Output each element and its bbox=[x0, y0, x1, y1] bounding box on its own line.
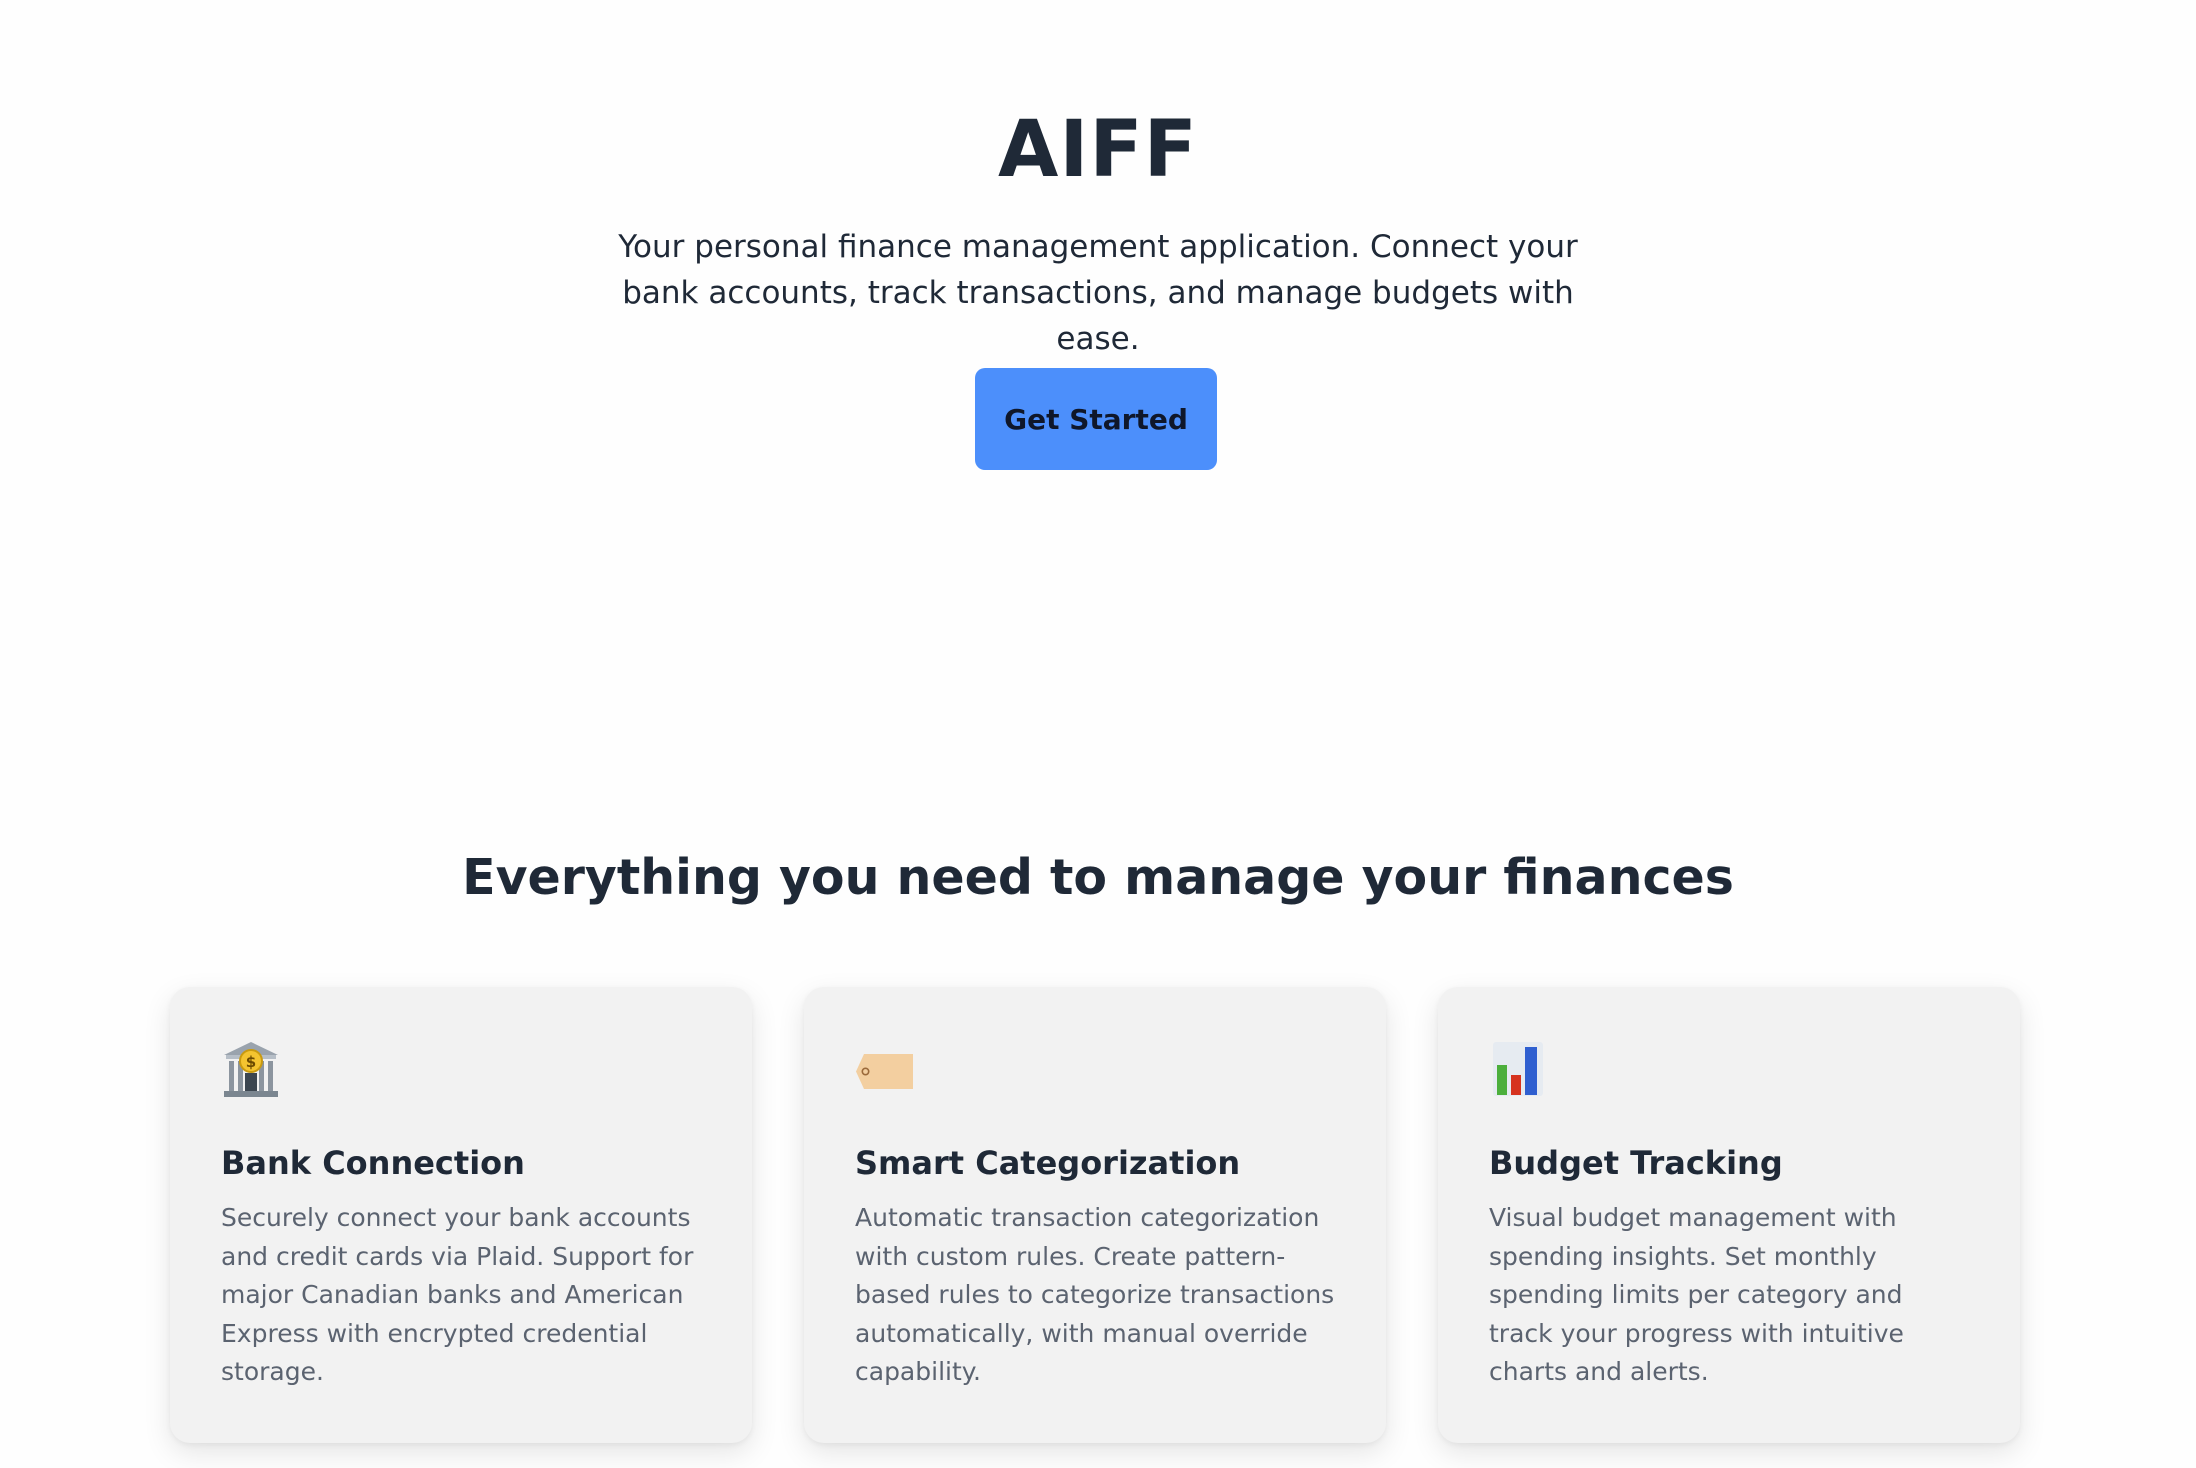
feature-card-budget-tracking: Budget Tracking Visual budget management… bbox=[1438, 987, 2020, 1443]
feature-description: Visual budget management with spending i… bbox=[1489, 1203, 1904, 1386]
feature-title: Budget Tracking bbox=[1489, 1144, 1783, 1182]
app-tagline: Your personal finance management applica… bbox=[618, 229, 1578, 357]
svg-text:$: $ bbox=[246, 1053, 256, 1071]
feature-title: Bank Connection bbox=[221, 1144, 525, 1182]
features-heading: Everything you need to manage your finan… bbox=[462, 849, 1734, 906]
feature-card-bank-connection: $ Bank Connection Securely connect your … bbox=[170, 987, 752, 1443]
feature-title: Smart Categorization bbox=[855, 1144, 1241, 1182]
label-tag-icon bbox=[855, 1039, 915, 1099]
feature-description: Securely connect your bank accounts and … bbox=[221, 1203, 694, 1386]
feature-card-smart-categorization: Smart Categorization Automatic transacti… bbox=[804, 987, 1386, 1443]
bank-icon: $ bbox=[221, 1039, 281, 1099]
app-title: AIFF bbox=[998, 105, 1198, 195]
get-started-button[interactable]: Get Started bbox=[975, 368, 1217, 470]
bar-chart-icon bbox=[1489, 1039, 1549, 1099]
feature-description: Automatic transaction categorization wit… bbox=[855, 1203, 1335, 1386]
